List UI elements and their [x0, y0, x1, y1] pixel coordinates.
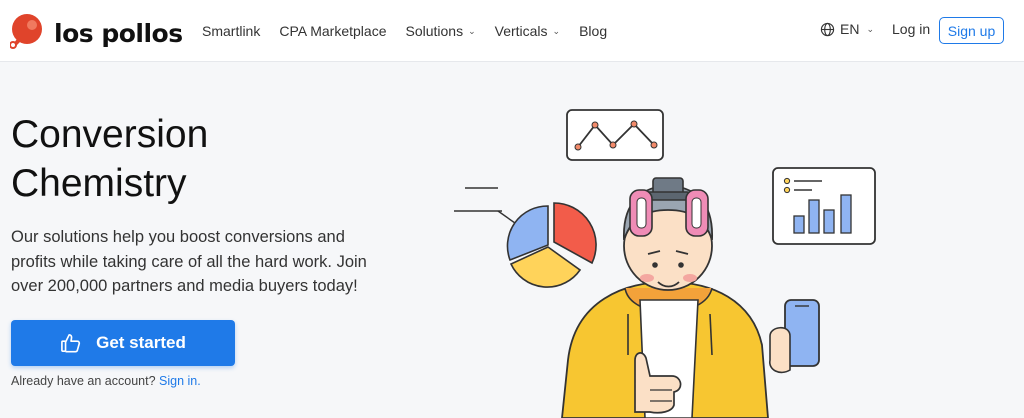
nav-verticals[interactable]: Verticals ⌄ — [495, 23, 560, 39]
hero-title-line1: Conversion — [11, 113, 209, 156]
chicken-logo-icon — [9, 12, 48, 55]
hero-title-line2: Chemistry — [11, 162, 187, 205]
nav-label: CPA Marketplace — [279, 23, 387, 39]
hero-illustration — [454, 109, 876, 418]
nav-smartlink[interactable]: Smartlink — [202, 23, 260, 39]
login-link[interactable]: Log in — [892, 21, 930, 37]
account-prompt-text: Already have an account? — [11, 374, 156, 388]
logo-text: los pollos — [54, 19, 183, 48]
hero-title: Conversion Chemistry — [11, 110, 311, 208]
signin-link[interactable]: Sign in. — [159, 374, 201, 388]
globe-icon — [820, 22, 835, 37]
nav-blog[interactable]: Blog — [579, 23, 607, 39]
signup-button[interactable]: Sign up — [939, 17, 1004, 44]
get-started-label: Get started — [96, 333, 186, 352]
nav-cpa-marketplace[interactable]: CPA Marketplace — [279, 23, 386, 39]
thumbs-up-icon — [60, 333, 96, 353]
line-chart-card — [566, 109, 664, 161]
pie-chart — [454, 187, 597, 288]
language-selector[interactable]: EN ⌄ — [820, 21, 874, 37]
chevron-down-icon: ⌄ — [866, 23, 874, 34]
signin-prompt: Already have an account? Sign in. — [11, 374, 201, 388]
get-started-button[interactable]: Get started — [11, 320, 235, 366]
nav-solutions[interactable]: Solutions ⌄ — [405, 23, 475, 39]
main-nav: Smartlink CPA Marketplace Solutions ⌄ Ver… — [202, 0, 626, 62]
hero-description: Our solutions help you boost conversions… — [11, 228, 367, 295]
chevron-down-icon: ⌄ — [552, 25, 561, 36]
nav-label: Blog — [579, 23, 608, 39]
nav-label: Solutions — [405, 23, 464, 39]
nav-label: Verticals — [494, 23, 548, 39]
bar-chart-card — [772, 167, 876, 245]
logo[interactable]: los pollos — [9, 12, 183, 55]
chevron-down-icon: ⌄ — [468, 25, 476, 36]
language-label: EN — [840, 21, 860, 37]
nav-label: Smartlink — [202, 23, 261, 39]
site-header: los pollos Smartlink CPA Marketplace Sol… — [0, 0, 1024, 62]
